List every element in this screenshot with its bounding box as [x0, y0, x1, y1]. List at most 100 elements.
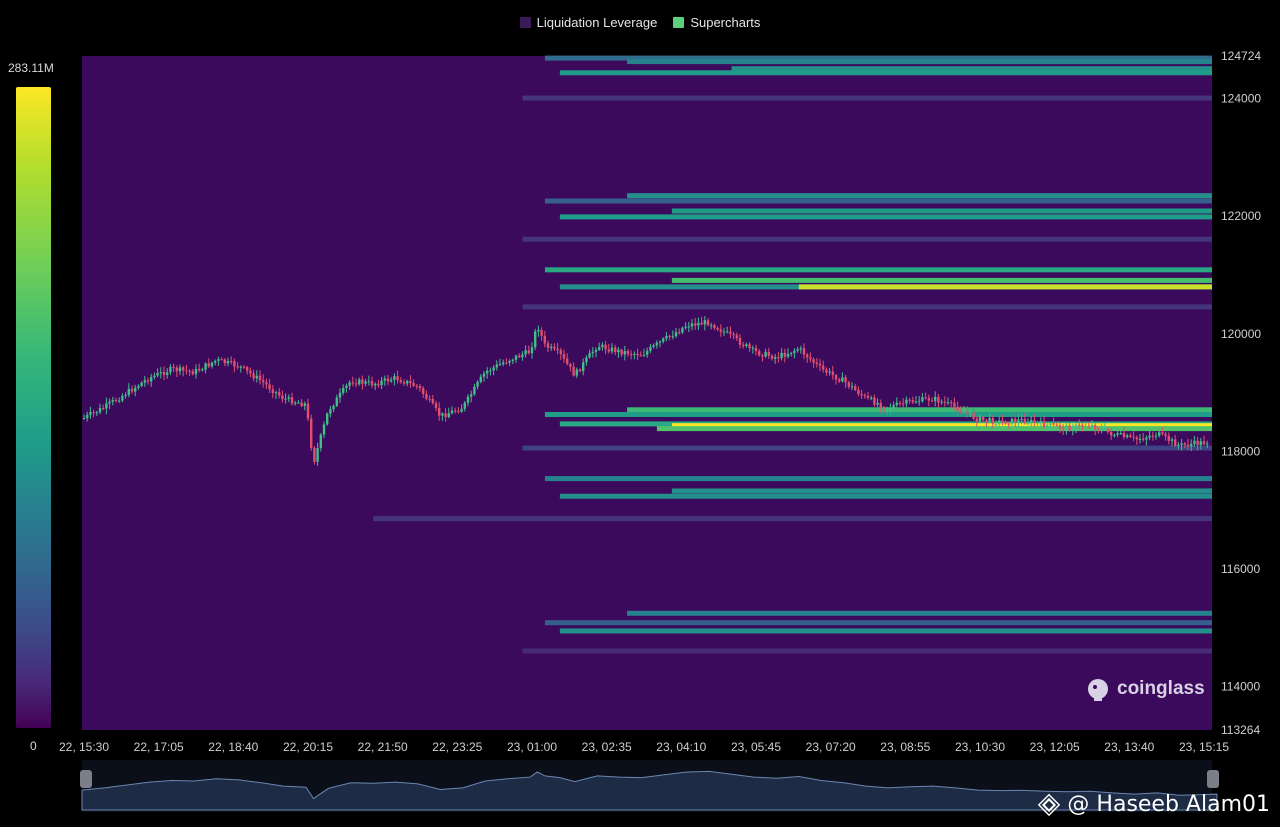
candle-body: [236, 366, 239, 368]
candle-body: [460, 408, 463, 412]
liquidation-band: [544, 267, 1212, 273]
candle-body: [150, 377, 153, 382]
candle-body: [825, 369, 828, 373]
candle-body: [412, 382, 415, 386]
candle-body: [290, 397, 294, 404]
candle-body: [284, 398, 287, 400]
candle-body: [274, 392, 278, 394]
candle-body: [287, 397, 290, 399]
candle-body: [95, 412, 98, 414]
candle-body: [850, 386, 854, 388]
candle-body: [575, 369, 578, 376]
candle-body: [726, 331, 729, 333]
candle-body: [1030, 419, 1033, 423]
x-tick-label: 23, 10:30: [955, 740, 1005, 754]
candle-body: [732, 333, 735, 336]
liquidation-band: [544, 411, 1212, 417]
candle-body: [636, 353, 639, 356]
candle-body: [303, 403, 306, 407]
candle-body: [482, 373, 486, 377]
candle-body: [1164, 433, 1167, 436]
candle-body: [802, 348, 806, 355]
candle-body: [914, 401, 918, 403]
candle-body: [764, 351, 767, 357]
candle-body: [1042, 421, 1046, 428]
candle-body: [223, 359, 226, 364]
candle-body: [892, 405, 895, 408]
candle-body: [1119, 433, 1122, 435]
candle-body: [492, 367, 495, 371]
candle-body: [498, 364, 502, 366]
candle-body: [626, 351, 630, 355]
navigator-handle-right[interactable]: [1207, 770, 1219, 788]
candle-body: [1100, 428, 1103, 430]
coinglass-logo: coinglass: [1085, 676, 1205, 702]
candle-body: [310, 418, 313, 448]
candle-body: [639, 355, 642, 357]
candle-body: [473, 386, 476, 395]
candle-body: [438, 407, 441, 416]
candle-body: [783, 352, 786, 357]
candle-body: [226, 360, 230, 364]
candle-body: [761, 355, 764, 357]
candle-body: [1036, 422, 1039, 424]
candle-body: [489, 370, 492, 372]
candle-body: [1090, 425, 1094, 427]
candle-body: [1020, 418, 1023, 420]
candle-body: [1087, 426, 1090, 428]
candle-body: [614, 347, 617, 353]
candle-body: [937, 396, 940, 403]
candle-body: [1190, 443, 1193, 447]
candle-body: [793, 350, 796, 354]
candle-body: [348, 382, 351, 386]
candle-body: [479, 376, 482, 382]
candle-body: [1196, 440, 1199, 446]
candle-body: [159, 371, 162, 374]
candle-body: [918, 401, 921, 403]
candle-body: [694, 323, 697, 326]
liquidation-band: [522, 304, 1212, 310]
candle-body: [130, 388, 134, 392]
candle-body: [242, 366, 246, 368]
candle-body: [233, 361, 236, 367]
navigator-handle-left[interactable]: [80, 770, 92, 788]
candle-body: [297, 402, 300, 404]
candle-body: [530, 347, 534, 354]
candle-body: [338, 392, 342, 398]
candle-body: [684, 326, 687, 328]
candle-body: [505, 362, 508, 364]
candle-body: [895, 402, 898, 406]
candle-body: [934, 396, 937, 401]
candle-body: [514, 355, 518, 360]
candle-body: [214, 360, 217, 363]
candle-body: [361, 379, 364, 384]
watermark-text: @ Haseeb Alam01: [1067, 792, 1270, 817]
candle-body: [502, 362, 505, 365]
candle-body: [351, 382, 354, 384]
candle-body: [534, 331, 537, 348]
candle-body: [982, 416, 985, 420]
candle-body: [908, 399, 911, 401]
x-tick-label: 23, 04:10: [656, 740, 706, 754]
candle-body: [630, 354, 633, 356]
candle-body: [956, 406, 959, 412]
candle-body: [249, 370, 252, 374]
y-axis: 124724 124000 122000 120000 118000 116000 1140…: [1221, 49, 1261, 737]
candle-body: [1023, 418, 1026, 424]
candle-body: [591, 351, 594, 354]
candle-body: [1129, 435, 1132, 437]
candle-body: [178, 367, 182, 372]
x-tick-label: 23, 12:05: [1030, 740, 1080, 754]
candle-body: [105, 403, 108, 409]
candle-body: [322, 424, 326, 435]
x-tick-label: 23, 02:35: [582, 740, 632, 754]
candle-body: [262, 380, 265, 383]
candle-body: [425, 394, 428, 399]
candle-body: [1014, 418, 1017, 423]
liquidation-heatmap-chart[interactable]: 124724 124000 122000 120000 118000 116000 1140…: [0, 0, 1280, 827]
candle-body: [889, 407, 892, 409]
candle-body: [313, 447, 316, 462]
candle-body: [1007, 423, 1010, 425]
candle-body: [265, 382, 268, 385]
candle-body: [553, 346, 556, 349]
